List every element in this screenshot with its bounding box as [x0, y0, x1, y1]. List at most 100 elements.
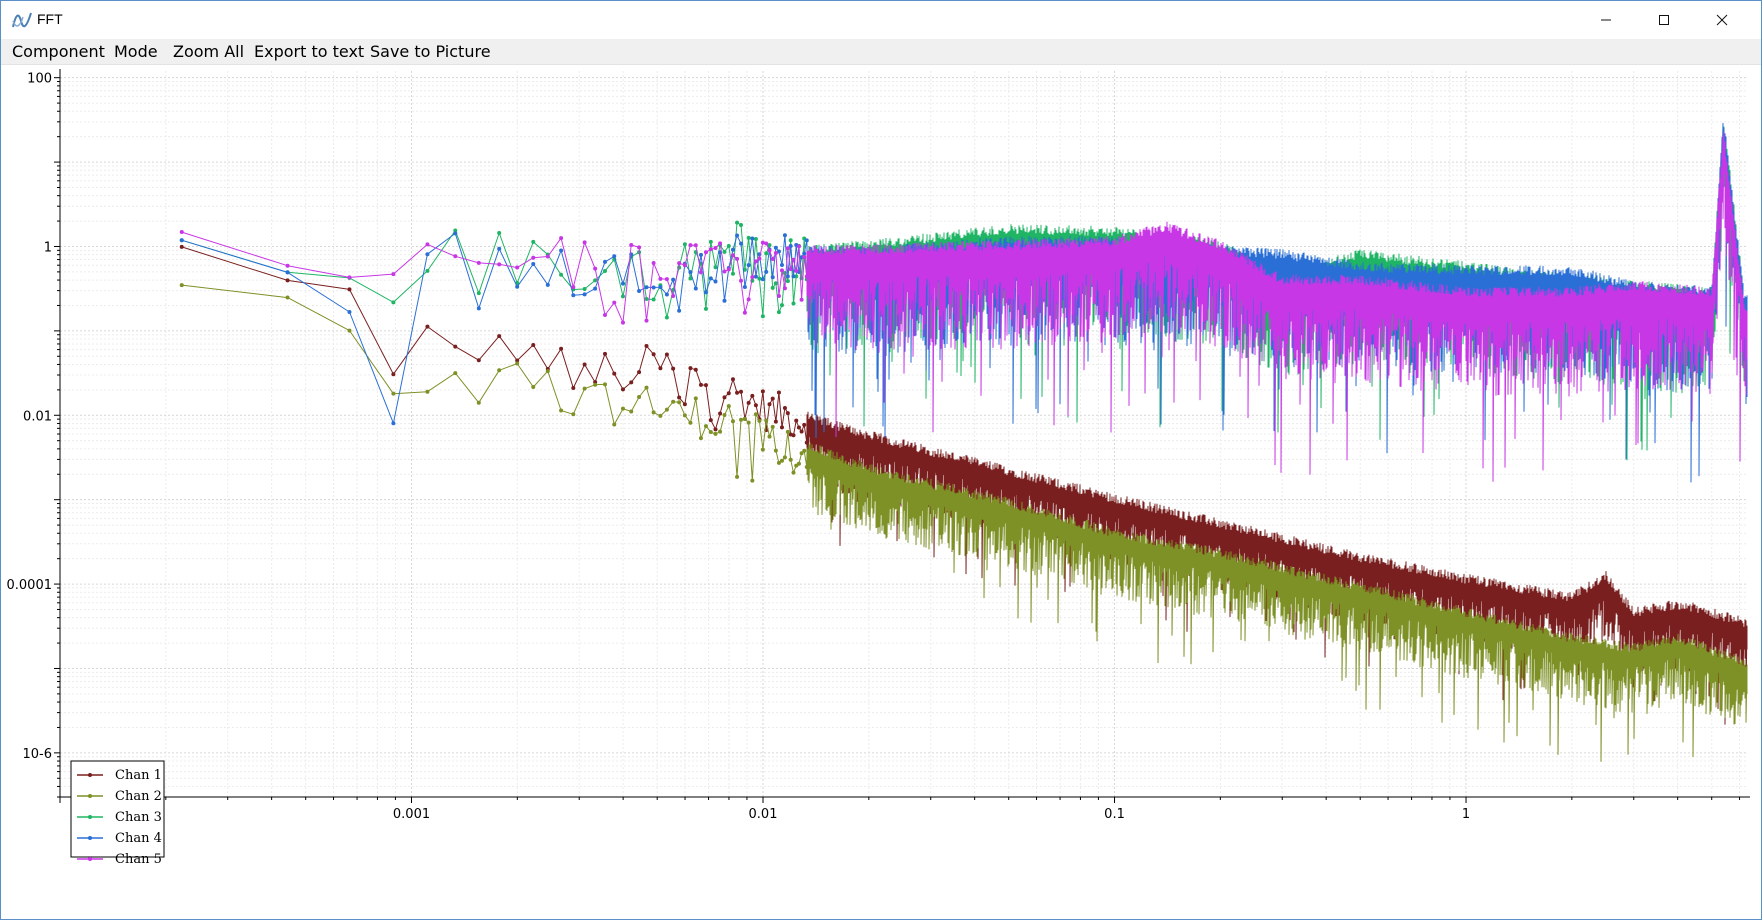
data-point [391, 372, 396, 377]
data-point [658, 276, 663, 281]
data-point [644, 318, 649, 323]
data-point [612, 254, 617, 259]
data-point [571, 412, 576, 417]
data-point [770, 424, 775, 429]
data-point [718, 411, 723, 416]
data-point [764, 251, 769, 256]
data-point [708, 418, 713, 423]
fft-window: FFT Component Mode Zoom All Export to te… [0, 0, 1762, 920]
data-point [593, 266, 598, 271]
data-point [735, 220, 740, 225]
maximize-icon [1659, 15, 1669, 25]
data-point [651, 410, 656, 415]
data-point [179, 283, 184, 288]
data-point [515, 361, 520, 366]
data-point [425, 252, 430, 257]
data-point [730, 419, 735, 424]
data-point [726, 267, 731, 272]
data-point [760, 389, 765, 394]
data-point [571, 385, 576, 390]
data-point [285, 278, 290, 283]
data-point [785, 411, 790, 416]
data-point [739, 417, 744, 422]
x-tick-label: 0.01 [749, 807, 778, 822]
data-point [796, 461, 801, 466]
data-point [726, 404, 731, 409]
data-point [644, 385, 649, 390]
data-point [677, 395, 682, 400]
legend-label: Chan 4 [115, 831, 162, 846]
minimize-button[interactable] [1577, 1, 1635, 39]
data-point [582, 240, 587, 245]
app-wave-icon [12, 12, 32, 28]
data-point [179, 230, 184, 235]
menu-bar: Component Mode Zoom All Export to text S… [1, 39, 1761, 65]
menu-mode[interactable]: Mode [114, 42, 158, 61]
data-point [742, 310, 747, 315]
data-point [804, 238, 809, 243]
data-point [677, 261, 682, 266]
data-point [603, 268, 608, 273]
data-point [773, 419, 778, 424]
data-point [688, 366, 693, 371]
data-point [571, 285, 576, 290]
data-point [713, 265, 718, 270]
data-point [425, 389, 430, 394]
close-button[interactable] [1693, 1, 1751, 39]
data-point [664, 352, 669, 357]
data-point [739, 241, 744, 246]
data-point [776, 390, 781, 395]
data-point [476, 291, 481, 296]
data-point [788, 267, 793, 272]
data-point [804, 465, 809, 470]
fft-plot-area[interactable]: 0.001 0.01 0.1 1 100 1 0.01 0.0001 10-6 Chan 1 Ch… [1, 65, 1761, 919]
title-bar[interactable]: FFT [1, 1, 1761, 39]
data-point [391, 272, 396, 277]
data-point [722, 298, 727, 303]
data-point [753, 237, 758, 242]
data-point [746, 297, 751, 302]
data-point [391, 391, 396, 396]
data-point [791, 301, 796, 306]
data-point [453, 231, 458, 236]
data-point [497, 262, 502, 267]
data-point [739, 223, 744, 228]
data-point [713, 279, 718, 284]
menu-save-to-picture[interactable]: Save to Picture [370, 42, 491, 61]
data-point [730, 247, 735, 252]
maximize-button[interactable] [1635, 1, 1693, 39]
data-point [603, 313, 608, 318]
data-point [757, 276, 762, 281]
menu-zoom-all[interactable]: Zoom All [173, 42, 244, 61]
data-point [750, 393, 755, 398]
data-point [603, 382, 608, 387]
data-point [531, 239, 536, 244]
data-point [726, 391, 731, 396]
data-point [497, 334, 502, 339]
data-point [582, 386, 587, 391]
data-point [776, 293, 781, 298]
data-point [708, 276, 713, 281]
data-point [770, 396, 775, 401]
data-point [770, 256, 775, 261]
data-point [760, 314, 765, 319]
data-point [782, 233, 787, 238]
data-point [593, 286, 598, 291]
menu-component[interactable]: Component [12, 42, 105, 61]
legend: Chan 1 Chan 2 Chan 3 Chan 4 Chan 5 [70, 760, 165, 867]
data-point [739, 278, 744, 283]
data-point [770, 275, 775, 280]
data-point [785, 429, 790, 434]
fft-chart[interactable]: 0.001 0.01 0.1 110010.010.000110-6 Chan 1Ch… [1, 65, 1761, 919]
menu-export-to-text[interactable]: Export to text [254, 42, 364, 61]
legend-marker [88, 794, 92, 798]
data-point [796, 244, 801, 249]
data-point [764, 269, 769, 274]
data-point [545, 254, 550, 259]
data-point [782, 286, 787, 291]
data-point [802, 255, 807, 260]
data-point [582, 286, 587, 291]
data-point [746, 263, 751, 268]
data-point [559, 408, 564, 413]
data-point [476, 400, 481, 405]
